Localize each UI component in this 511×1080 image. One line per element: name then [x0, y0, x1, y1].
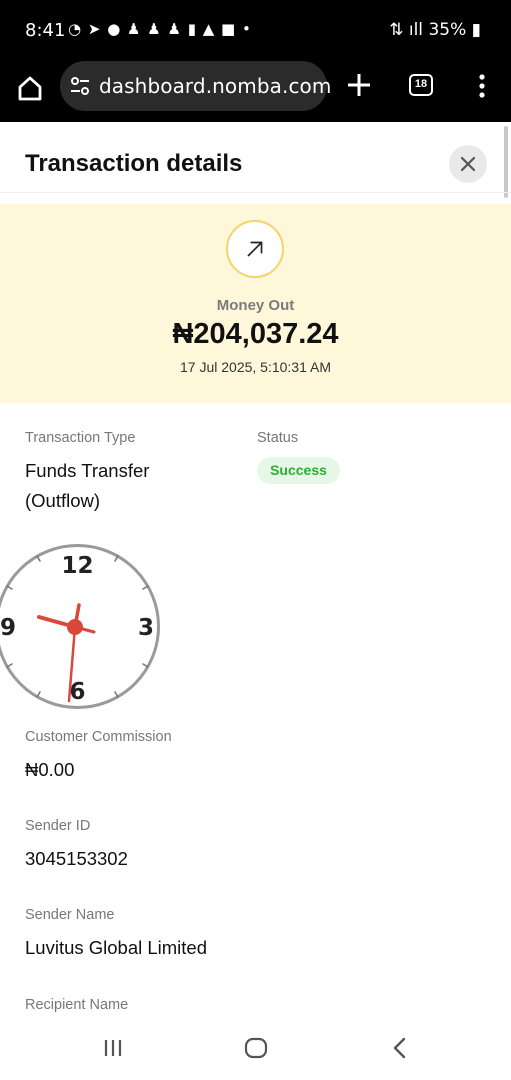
- analog-clock-icon: 12 3 6 9: [0, 544, 160, 709]
- transaction-type-value: Funds Transfer (Outflow): [25, 456, 149, 516]
- divider: [0, 192, 511, 193]
- signal-icon: ⇅ ıll: [389, 20, 429, 40]
- scrollbar[interactable]: [504, 126, 508, 198]
- more-menu-icon[interactable]: [478, 74, 486, 98]
- home-icon[interactable]: [16, 74, 44, 102]
- url-text[interactable]: dashboard.nomba.com: [99, 74, 331, 98]
- direction-label: Money Out: [216, 297, 295, 314]
- page-title: Transaction details: [25, 150, 243, 177]
- clock-numeral-12: 12: [61, 553, 93, 579]
- transaction-type-label: Transaction Type: [25, 430, 136, 446]
- home-button-icon[interactable]: [244, 1037, 268, 1059]
- new-tab-icon[interactable]: [346, 72, 372, 98]
- transaction-type-line2: (Outflow): [25, 490, 101, 511]
- sender-id-value: 3045153302: [25, 848, 128, 869]
- status-bar: 8:41 ◔ ➤ ● ♟ ♟ ♟ ▮ ▲ ■ • ⇅ ıll 35% ▮: [0, 0, 511, 60]
- arrow-up-right-icon: [226, 220, 284, 278]
- address-bar[interactable]: dashboard.nomba.com: [60, 61, 331, 111]
- status-badge: Success: [257, 457, 340, 484]
- clock-numeral-9: 9: [0, 615, 16, 641]
- tab-switcher-button[interactable]: 18: [409, 74, 433, 96]
- recipient-name-label: Recipient Name: [25, 997, 129, 1013]
- close-icon: [460, 156, 476, 172]
- customer-commission-label: Customer Commission: [25, 729, 172, 745]
- notification-icons: ◔ ➤ ● ♟ ♟ ♟ ▮ ▲ ■ •: [68, 20, 252, 38]
- status-right: ⇅ ıll 35% ▮: [389, 20, 481, 40]
- back-icon[interactable]: [390, 1036, 410, 1060]
- sender-name-value: Luvitus Global Limited: [25, 937, 208, 958]
- close-button[interactable]: [449, 145, 487, 183]
- customer-commission-value: ₦0.00: [25, 759, 75, 780]
- battery-level: 35%: [428, 20, 467, 40]
- clock-numeral-6: 6: [69, 679, 85, 705]
- site-settings-icon[interactable]: [70, 76, 90, 96]
- amount: ₦204,037.24: [172, 318, 339, 350]
- sender-name-label: Sender Name: [25, 907, 115, 923]
- status-label: Status: [257, 430, 299, 446]
- battery-icon: ▮: [466, 20, 481, 40]
- recent-apps-icon[interactable]: [102, 1038, 124, 1058]
- clock-numeral-3: 3: [138, 615, 154, 641]
- status-time: 8:41: [25, 20, 66, 41]
- sender-id-label: Sender ID: [25, 818, 91, 834]
- transaction-type-line1: Funds Transfer: [25, 460, 150, 481]
- transaction-datetime: 17 Jul 2025, 5:10:31 AM: [180, 359, 331, 375]
